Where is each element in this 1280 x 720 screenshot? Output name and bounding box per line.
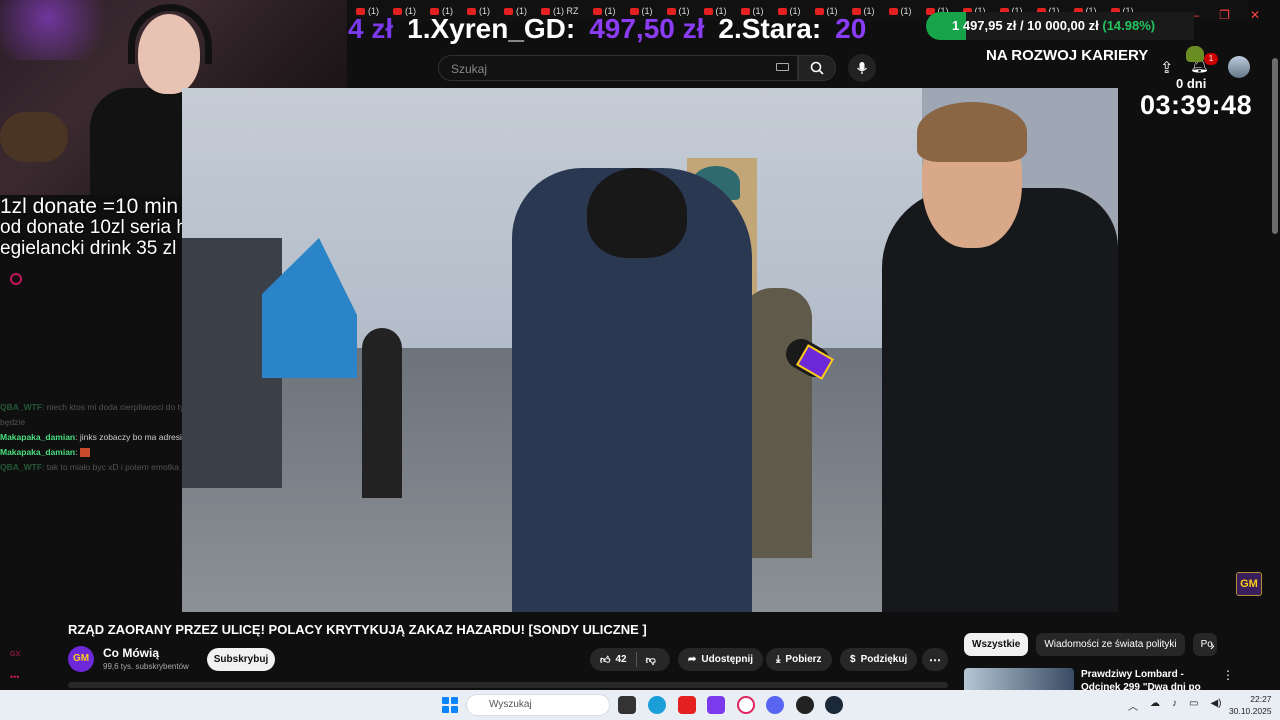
obs-icon[interactable]	[796, 696, 814, 714]
share-label: Udostępnij	[701, 654, 754, 665]
rank2-amount: 20	[835, 13, 867, 44]
thanks-label: Podziękuj	[860, 654, 908, 665]
career-goal-label: NA ROZWOJ KARIERY	[986, 47, 1149, 64]
account-avatar[interactable]	[1228, 56, 1250, 78]
opera-gx-icon[interactable]	[737, 696, 755, 714]
chat-text: :	[75, 447, 78, 457]
chat-emote-icon	[79, 448, 90, 458]
cloud-icon[interactable]: ☁	[1150, 698, 1160, 713]
chat-username[interactable]: QBA_WTF	[0, 402, 42, 412]
youtube-app-icon[interactable]	[678, 696, 696, 714]
download-icon: ⤓	[776, 654, 781, 665]
search-input[interactable]: Szukaj	[438, 55, 798, 81]
headset-icon	[128, 4, 212, 64]
like-dislike-group: 👍︎ 42 👎︎	[590, 648, 670, 671]
browser-tab[interactable]: (1)	[888, 6, 912, 16]
interviewer-figure	[882, 188, 1118, 612]
rank1-amount: 497,50 zł	[589, 13, 705, 44]
windows-start-icon[interactable]	[442, 697, 458, 713]
recommended-video-thumbnail[interactable]	[964, 668, 1074, 690]
subscriber-count: 99,6 tys. subskrybentów	[103, 662, 189, 671]
dislike-icon[interactable]: 👎︎	[646, 654, 656, 666]
thanks-icon: $	[850, 654, 856, 665]
subscribe-button[interactable]: Subskrybuj	[207, 648, 275, 671]
chat-text: będzie	[0, 417, 26, 427]
close-icon[interactable]: ✕	[1250, 8, 1260, 23]
search-icon	[810, 61, 824, 75]
recommended-video-title[interactable]: Prawdziwy Lombard - Odcinek 299 "Dwa dni…	[1081, 668, 1211, 690]
recommend-chips: Wszystkie Wiadomości ze świata polityki …	[964, 633, 1217, 656]
network-icon[interactable]: ▭	[1189, 698, 1198, 713]
chat-text: : jinks zobaczy bo ma adresik	[75, 432, 187, 442]
overlay-amount-left: 4 zł	[348, 13, 394, 44]
screen: (1) (1) (1) (1) (1) (1) RZ (1) (1) (1) (1) (1) (1)(…	[0, 0, 1280, 720]
frog-emote-icon	[1186, 46, 1204, 62]
record-icon	[10, 273, 22, 285]
chevron-right-icon[interactable]: ›	[1210, 637, 1215, 653]
snipping-tool-icon[interactable]	[707, 696, 725, 714]
share-icon: ➦	[688, 654, 697, 665]
dog-figure	[0, 112, 68, 162]
youtube-favicon-icon	[888, 7, 898, 15]
upload-icon[interactable]: ⇪	[1160, 58, 1173, 78]
chat-username[interactable]: Makapaka_damian	[0, 447, 75, 457]
download-label: Pobierz	[785, 654, 822, 665]
clock-date: 30.10.2025	[1229, 706, 1272, 716]
system-clock[interactable]: 22:27 30.10.2025	[1229, 693, 1272, 717]
discord-icon[interactable]	[766, 696, 784, 714]
keyboard-icon[interactable]	[776, 63, 789, 71]
gx-icon[interactable]: GX	[10, 651, 20, 658]
chip-all[interactable]: Wszystkie	[964, 633, 1029, 656]
mic-tray-icon[interactable]: ♪	[1172, 698, 1177, 713]
rank2-name: 2.Stara:	[718, 13, 822, 44]
maximize-icon[interactable]: ❐	[1219, 8, 1230, 23]
goal-percent: (14.98%)	[1102, 18, 1156, 33]
kebab-menu-icon[interactable]: ⋮	[1222, 668, 1234, 682]
edge-icon[interactable]	[648, 696, 666, 714]
donation-goal-bar: 1 497,95 zł / 10 000,00 zł (14.98%)	[926, 12, 1194, 40]
goal-amount: 1 497,95 zł / 10 000,00 zł	[952, 18, 1099, 33]
rank1-name: 1.Xyren_GD:	[407, 13, 576, 44]
more-actions-button[interactable]: ⋯	[922, 648, 948, 671]
chat-username[interactable]: Makapaka_damian	[0, 432, 75, 442]
windows-taskbar: Wyszukaj ︿ ☁ ♪ ▭ ◀) 22:27 30.10.2025	[0, 690, 1280, 720]
video-title: RZĄD ZAORANY PRZEZ ULICĘ! POLACY KRYTYKU…	[68, 622, 647, 637]
page-scrollbar[interactable]	[1272, 58, 1278, 234]
channel-watermark: GM	[1236, 572, 1262, 596]
like-count[interactable]: 42	[615, 654, 626, 665]
microphone-icon	[857, 62, 867, 74]
donation-goal-text: 1 497,95 zł / 10 000,00 zł (14.98%)	[952, 18, 1155, 33]
description-box[interactable]	[68, 682, 948, 688]
taskbar-search-input[interactable]: Wyszukaj	[466, 694, 610, 716]
chat-username[interactable]: QBA_WTF	[0, 462, 42, 472]
donation-ranking-overlay: 4 zł 1.Xyren_GD: 497,50 zł 2.Stara: 20	[348, 12, 866, 46]
browser-tab-label: (1)	[900, 6, 912, 16]
system-tray: ︿ ☁ ♪ ▭ ◀)	[1128, 698, 1221, 713]
notification-badge: 1	[1204, 53, 1218, 65]
channel-name[interactable]: Co Mówią	[103, 646, 159, 660]
share-button[interactable]: ➦ Udostępnij	[678, 648, 764, 671]
more-icon[interactable]: •••	[10, 672, 19, 682]
chip-politics[interactable]: Wiadomości ze świata polityki	[1036, 633, 1185, 656]
steam-icon[interactable]	[825, 696, 843, 714]
thanks-button[interactable]: $ Podziękuj	[840, 648, 918, 671]
volume-icon[interactable]: ◀)	[1210, 698, 1221, 713]
clock-time: 22:27	[1250, 694, 1272, 704]
file-explorer-icon[interactable]	[618, 696, 636, 714]
chevron-up-icon[interactable]: ︿	[1128, 698, 1138, 713]
like-icon[interactable]: 👍︎	[600, 654, 610, 666]
download-button[interactable]: ⤓ Pobierz	[766, 648, 832, 671]
stream-timer: 03:39:48	[1140, 90, 1253, 120]
chat-text: : tak to miało byc xD i potem emotka xD	[42, 462, 192, 472]
days-counter: 0 dni	[1176, 76, 1207, 91]
voice-search-button[interactable]	[848, 54, 876, 82]
search-button[interactable]	[798, 55, 836, 81]
video-player[interactable]	[182, 88, 1118, 612]
channel-avatar[interactable]: GM	[68, 646, 94, 672]
